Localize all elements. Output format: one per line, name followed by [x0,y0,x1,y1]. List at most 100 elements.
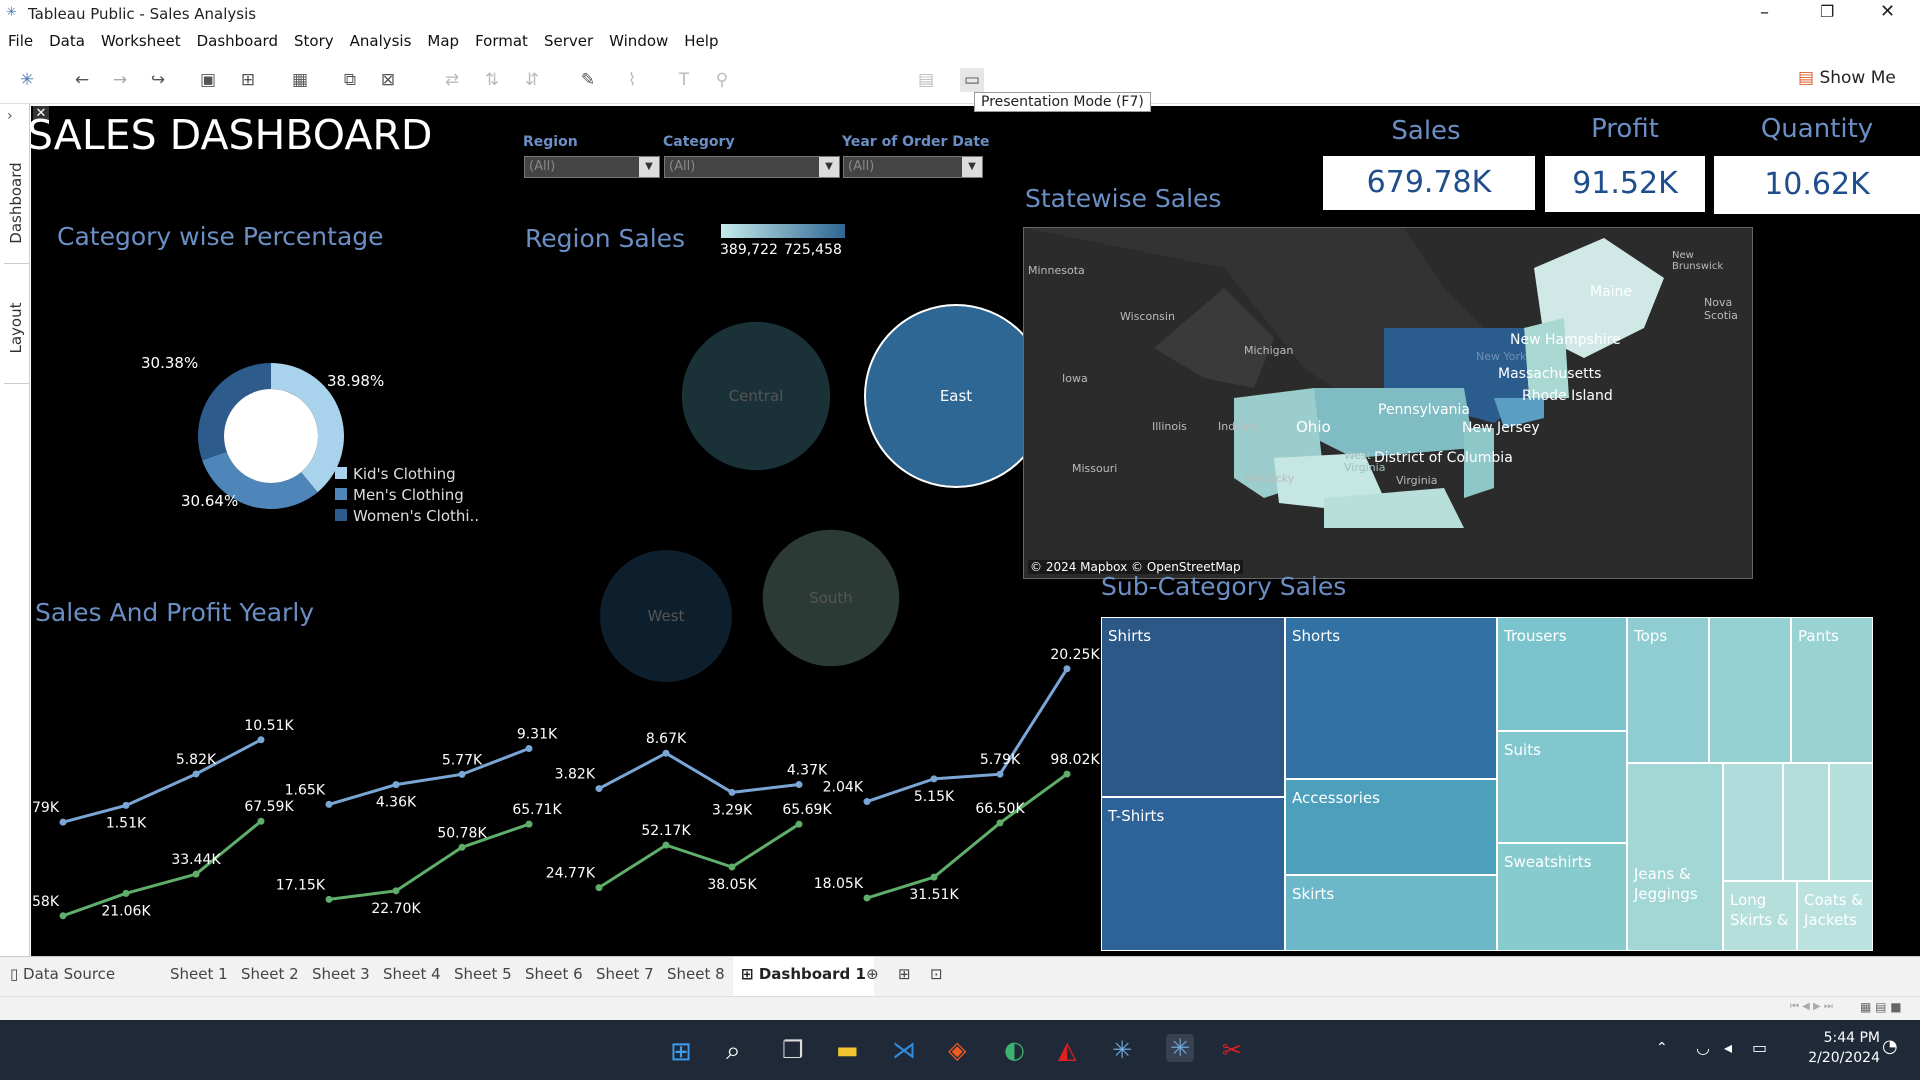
yearly-point[interactable] [192,870,200,878]
grid-view-icon[interactable]: ▦ ▤ ■ [1860,1000,1902,1014]
brave-icon[interactable]: ◈ [948,1036,966,1064]
search-icon[interactable]: ⌕ [726,1036,741,1067]
menu-data[interactable]: Data [41,28,93,50]
presentation-mode-icon[interactable]: ▭ [960,68,984,92]
yearly-point[interactable] [122,889,130,897]
yearly-point[interactable] [59,818,67,826]
yearly-point[interactable] [996,770,1004,778]
treemap-long-skirts[interactable]: Long Skirts & [1723,881,1797,951]
yearly-point[interactable] [122,801,130,809]
yearly-point[interactable] [930,775,938,783]
swap-icon[interactable]: ⇄ [440,68,464,92]
new-data-source-icon[interactable]: ⊞ [236,68,260,92]
clock-time[interactable]: 5:44 PM [1790,1030,1880,1046]
yearly-point[interactable] [863,798,871,806]
yearly-line[interactable] [62,738,262,824]
yearly-point[interactable] [795,781,803,789]
task-view-icon[interactable]: ❐ [782,1036,804,1064]
yearly-point[interactable] [863,894,871,902]
legend-item[interactable]: Women's Clothi.. [335,506,479,527]
yearly-point[interactable] [595,884,603,892]
menu-format[interactable]: Format [467,28,536,50]
expand-icon[interactable]: › [7,108,13,124]
menu-dashboard[interactable]: Dashboard [189,28,286,50]
save-icon[interactable]: ▣ [196,68,220,92]
duplicate-sheet-icon[interactable]: ⧉ [338,68,362,92]
tab-dashboard-1[interactable]: ⊞ Dashboard 1 [733,957,874,997]
layout-side-tab[interactable]: Layout [4,274,30,384]
menu-story[interactable]: Story [286,28,342,50]
menu-analysis[interactable]: Analysis [342,28,420,50]
navigation-icon[interactable]: ⏮ ◀ ▶ ⏭ [1790,1001,1833,1012]
dashboard-side-tab[interactable]: Dashboard [4,144,30,264]
menu-file[interactable]: File [0,28,41,50]
clock-date[interactable]: 2/20/2024 [1790,1050,1880,1066]
yearly-point[interactable] [996,819,1004,827]
treemap-shorts[interactable]: Shorts [1285,617,1497,779]
wifi-icon[interactable]: ◡ [1696,1038,1710,1057]
yearly-point[interactable] [325,895,333,903]
treemap-shirts[interactable]: Shirts [1101,617,1285,797]
sort-ascending-icon[interactable]: ⇅ [480,68,504,92]
tab-sheet-8[interactable]: Sheet 8 [667,965,725,983]
legend-item[interactable]: Men's Clothing [335,485,479,506]
treemap-sweatshirts[interactable]: Sweatshirts [1497,843,1627,951]
show-me-button[interactable]: ▤ Show Me [1798,68,1896,88]
yearly-point[interactable] [59,912,67,920]
treemap-tops[interactable]: Tops [1627,617,1709,763]
battery-icon[interactable]: ▭ [1752,1038,1767,1057]
yearly-point[interactable] [192,770,200,778]
yearly-point[interactable] [728,788,736,796]
menu-map[interactable]: Map [419,28,467,50]
category-filter[interactable]: (All) ▼ [664,156,840,178]
yearly-point[interactable] [525,820,533,828]
treemap-suits[interactable]: Suits [1497,731,1627,843]
year-filter[interactable]: (All) ▼ [843,156,983,178]
highlight-icon[interactable]: ✎ [576,68,600,92]
legend-item[interactable]: Kid's Clothing [335,464,479,485]
volume-icon[interactable]: ◂ [1724,1038,1732,1057]
redo-icon[interactable]: → [108,68,132,92]
yearly-point[interactable] [930,873,938,881]
tableau-icon[interactable]: ✳ [1112,1036,1132,1064]
file-explorer-icon[interactable]: ▬ [836,1036,859,1064]
tableau-public-icon[interactable]: ✳ [1166,1034,1195,1062]
show-cards-icon[interactable]: ▤ [914,68,938,92]
new-worksheet-tab-icon[interactable]: ⊕ [866,965,879,983]
subcategory-treemap[interactable]: Shirts T-Shirts Shorts Accessories Skirt… [1101,617,1883,951]
tab-sheet-3[interactable]: Sheet 3 [312,965,370,983]
app-icon[interactable]: ◐ [1004,1036,1025,1064]
treemap-tshirts[interactable]: T-Shirts [1101,797,1285,951]
chevron-up-icon[interactable]: ⌃ [1656,1040,1668,1056]
yearly-line-chart[interactable]: -0.79K 1.51K 5.82K 10.51K 1.65K 4.36K 5.77K 9.3… [31,626,1111,956]
tab-sheet-5[interactable]: Sheet 5 [454,965,512,983]
tab-sheet-2[interactable]: Sheet 2 [241,965,299,983]
yearly-line[interactable] [328,747,530,806]
treemap-pants[interactable]: Pants [1791,617,1873,763]
clear-sheet-icon[interactable]: ⊠ [376,68,400,92]
yearly-point[interactable] [1063,665,1071,673]
yearly-point[interactable] [795,820,803,828]
state-map[interactable]: Minnesota Wisconsin Michigan Iowa Illino… [1023,227,1753,579]
new-worksheet-icon[interactable]: ▦ [288,68,312,92]
snipping-tool-icon[interactable]: ✂ [1222,1036,1242,1064]
treemap-accessories[interactable]: Accessories [1285,779,1497,875]
menu-window[interactable]: Window [601,28,676,50]
pin-icon[interactable]: ⚲ [710,68,734,92]
close-button[interactable]: ✕ [1880,1,1895,22]
yearly-point[interactable] [525,745,533,753]
yearly-line[interactable] [598,751,800,794]
yearly-line[interactable] [866,667,1069,803]
treemap-trousers[interactable]: Trousers [1497,617,1627,731]
tab-sheet-6[interactable]: Sheet 6 [525,965,583,983]
treemap-unlabeled-1[interactable] [1709,617,1791,763]
notification-bell-icon[interactable]: ◔ [1882,1036,1898,1057]
menu-server[interactable]: Server [536,28,601,50]
group-icon[interactable]: ⌇ [620,68,644,92]
treemap-skirts[interactable]: Skirts [1285,875,1497,951]
yearly-point[interactable] [595,785,603,793]
tab-sheet-7[interactable]: Sheet 7 [596,965,654,983]
yearly-point[interactable] [662,749,670,757]
new-dashboard-tab-icon[interactable]: ⊞ [898,965,911,983]
yearly-point[interactable] [458,843,466,851]
